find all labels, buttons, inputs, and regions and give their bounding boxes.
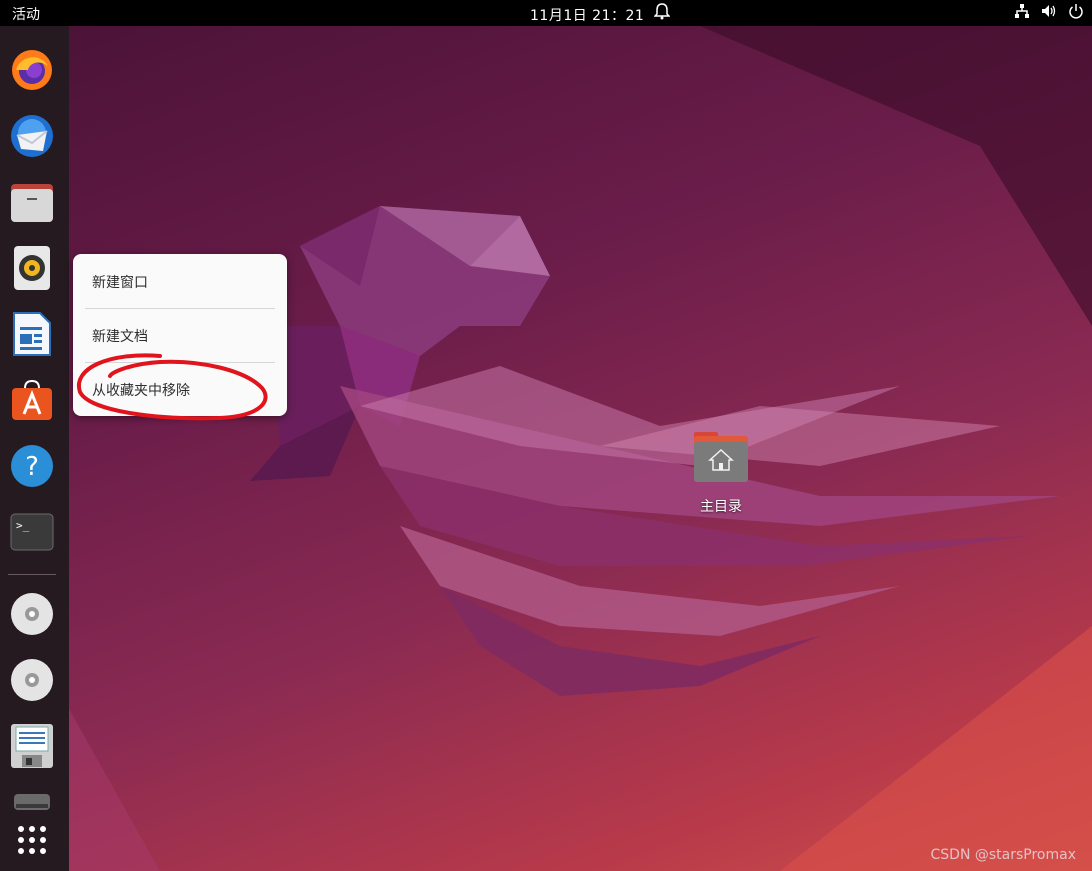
menu-item-new-window[interactable]: 新建窗口 (92, 272, 148, 294)
clock[interactable]: 11月1日 21：21 (530, 5, 644, 25)
dock-context-menu: 新建窗口 新建文档 从收藏夹中移除 (73, 254, 287, 416)
system-tray[interactable] (1014, 3, 1084, 23)
software-center-icon[interactable] (8, 376, 56, 424)
cdrom-icon[interactable] (8, 656, 56, 704)
files-icon[interactable] (8, 178, 56, 226)
jellyfish-wallpaper (0, 26, 1092, 871)
menu-separator (85, 362, 275, 363)
svg-text:?: ? (25, 452, 39, 482)
home-folder-icon[interactable] (690, 430, 752, 490)
watermark: CSDN @starsPromax (930, 847, 1077, 863)
app-grid-icon[interactable] (8, 816, 56, 864)
activities-button[interactable]: 活动 (12, 4, 40, 24)
dock-separator (8, 574, 56, 575)
floppy-disk-icon[interactable] (8, 722, 56, 770)
menu-item-new-document[interactable]: 新建文档 (92, 326, 148, 348)
top-bar: 活动 11月1日 21：21 (0, 0, 1092, 26)
home-folder-label: 主目录 (700, 499, 742, 515)
desktop-background: 主目录 CSDN @starsPromax (0, 26, 1092, 871)
libreoffice-writer-icon[interactable] (8, 310, 56, 358)
menu-separator (85, 308, 275, 309)
terminal-icon[interactable]: >_ (8, 508, 56, 556)
svg-text:>_: >_ (16, 519, 30, 532)
cdrom-icon[interactable] (8, 590, 56, 638)
firefox-icon[interactable] (8, 46, 56, 94)
rhythmbox-icon[interactable] (8, 244, 56, 292)
dock: ? >_ (0, 26, 69, 871)
thunderbird-icon[interactable] (8, 112, 56, 160)
power-icon[interactable] (1068, 3, 1084, 23)
menu-item-remove-favorite[interactable]: 从收藏夹中移除 (92, 380, 190, 402)
network-icon[interactable] (1014, 3, 1030, 23)
help-icon[interactable]: ? (8, 442, 56, 490)
alarm-bell-icon[interactable] (653, 2, 671, 24)
volume-icon[interactable] (1040, 3, 1058, 23)
